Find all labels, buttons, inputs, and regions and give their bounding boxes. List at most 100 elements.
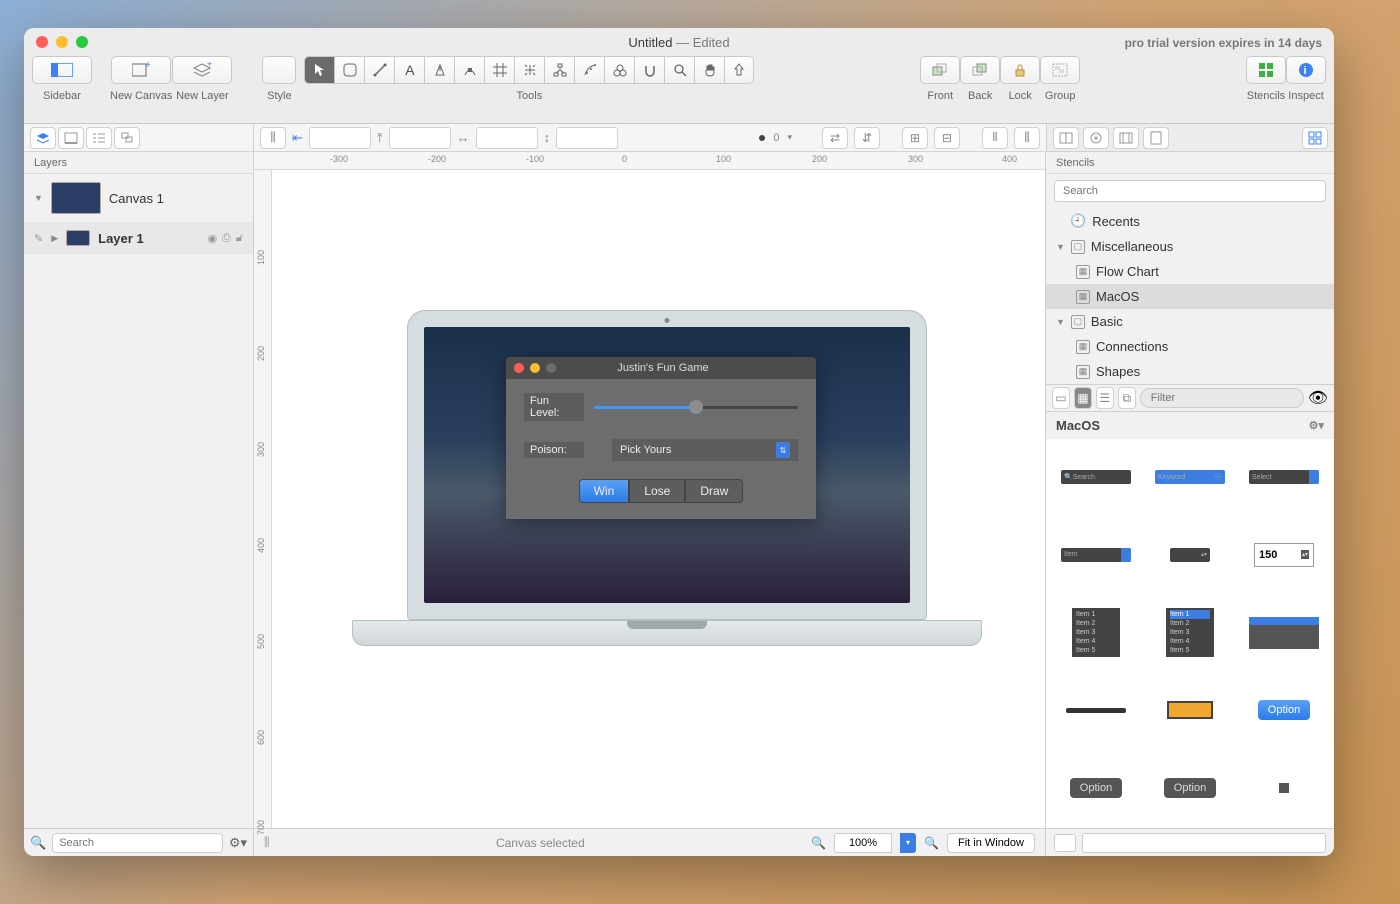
canvas-row[interactable]: ▼ Canvas 1 [24, 174, 253, 222]
stencil-select[interactable]: Select [1244, 453, 1324, 501]
tool-stamp[interactable] [604, 56, 634, 84]
tool-crop[interactable] [514, 56, 544, 84]
print-icon[interactable]: ⎙ [222, 232, 231, 245]
stencil-button-dark2[interactable]: Option [1150, 764, 1230, 812]
win-button[interactable]: Win [579, 479, 630, 503]
stencil-combo[interactable]: Item [1056, 531, 1136, 579]
layers-tab[interactable] [30, 127, 56, 149]
tool-hand[interactable] [694, 56, 724, 84]
tool-line[interactable] [364, 56, 394, 84]
tool-select[interactable] [304, 56, 334, 84]
stencil-list-selected[interactable]: Item 1Item 2Item 3Item 4Item 5 [1150, 609, 1230, 657]
mock-titlebar[interactable]: Justin's Fun Game [506, 357, 816, 379]
stencil-number[interactable]: 150▴▾ [1244, 531, 1324, 579]
visibility-icon[interactable]: ◉ [207, 232, 217, 245]
stencil-filter[interactable] [1140, 388, 1304, 408]
back-button[interactable] [960, 56, 1000, 84]
outline-tab[interactable] [86, 127, 112, 149]
h-field[interactable] [556, 127, 618, 149]
group-button[interactable] [1040, 56, 1080, 84]
insp-tab-3[interactable] [1113, 127, 1139, 149]
tool-artboard[interactable] [484, 56, 514, 84]
mock-window[interactable]: Justin's Fun Game Fun Level: [506, 357, 816, 519]
insp-tab-2[interactable] [1083, 127, 1109, 149]
view-card[interactable]: ▭ [1052, 387, 1070, 409]
new-canvas-button[interactable]: + [111, 56, 171, 84]
close-icon[interactable] [36, 36, 48, 48]
lock-button[interactable] [1000, 56, 1040, 84]
insp-tab-1[interactable] [1053, 127, 1079, 149]
tool-point[interactable] [454, 56, 484, 84]
tool-zoom[interactable] [664, 56, 694, 84]
fit-window-button[interactable]: Fit in Window [947, 833, 1035, 853]
stencil-token-field[interactable]: Keywordⓧ [1150, 453, 1230, 501]
stencils-button[interactable] [1246, 56, 1286, 84]
stencil-search[interactable] [1054, 180, 1326, 202]
align-2[interactable]: ⊟ [934, 127, 960, 149]
new-layer-button[interactable]: + [172, 56, 232, 84]
view-grid[interactable]: ▦ [1074, 387, 1092, 409]
lose-button[interactable]: Lose [629, 479, 685, 503]
tool-brush[interactable] [574, 56, 604, 84]
tool-pen[interactable] [424, 56, 454, 84]
canvas[interactable]: Justin's Fun Game Fun Level: [272, 170, 1045, 828]
stencil-checkbox[interactable] [1244, 764, 1324, 812]
maximize-icon[interactable] [76, 36, 88, 48]
selection-tab[interactable] [114, 127, 140, 149]
stencil-menu[interactable] [1244, 609, 1324, 657]
recents-row[interactable]: 🕘Recents [1046, 208, 1334, 234]
y-field[interactable] [389, 127, 451, 149]
w-field[interactable] [476, 127, 538, 149]
distribute-1[interactable]: ⫴ [982, 127, 1008, 149]
zoom-out-icon[interactable]: 🔍 [811, 836, 826, 850]
stencil-search-field[interactable]: 🔍Search [1056, 453, 1136, 501]
stencil-progress[interactable] [1056, 686, 1136, 734]
insp-tab-grid[interactable] [1302, 127, 1328, 149]
disclosure-icon[interactable]: ▶ [51, 233, 58, 244]
ruler-vertical[interactable]: 100200 300400 500600 700 [254, 170, 272, 828]
shapes-item[interactable]: ▦Shapes [1046, 359, 1334, 384]
tool-text[interactable]: A [394, 56, 424, 84]
poison-select[interactable]: Pick Yours⇅ [612, 439, 798, 461]
view-list[interactable]: ☰ [1096, 387, 1114, 409]
color-swatch[interactable] [1054, 834, 1076, 852]
x-field[interactable] [309, 127, 371, 149]
gear-icon[interactable]: ⚙︎▾ [1309, 419, 1324, 432]
gear-icon[interactable]: ⚙︎▾ [229, 835, 247, 851]
view-detail[interactable]: ⧉ [1118, 387, 1136, 409]
draw-button[interactable]: Draw [685, 479, 743, 503]
basic-folder[interactable]: ▼▢Basic [1046, 309, 1334, 334]
flip-v[interactable]: ⇵ [854, 127, 880, 149]
tool-magnet[interactable] [634, 56, 664, 84]
stencil-button-blue[interactable]: Option [1244, 686, 1324, 734]
layers-search[interactable] [52, 833, 223, 853]
laptop-mockup[interactable]: Justin's Fun Game Fun Level: [382, 310, 952, 646]
stencil-list-plain[interactable]: Item 1Item 2Item 3Item 4Item 5 [1056, 609, 1136, 657]
insp-tab-4[interactable] [1143, 127, 1169, 149]
stencil-well[interactable] [1150, 686, 1230, 734]
pencil-icon[interactable]: ✎ [34, 232, 43, 245]
zoom-in-icon[interactable]: 🔍 [924, 836, 939, 850]
zoom-field[interactable] [834, 833, 892, 853]
style-button[interactable] [262, 56, 296, 84]
titlebar[interactable]: Untitled — Edited pro trial version expi… [24, 28, 1334, 50]
tool-shape[interactable] [334, 56, 364, 84]
disclosure-icon[interactable]: ▼ [34, 193, 43, 203]
guides-tab[interactable] [58, 127, 84, 149]
misc-folder[interactable]: ▼▢Miscellaneous [1046, 234, 1334, 259]
flip-h[interactable]: ⇄ [822, 127, 848, 149]
macos-item[interactable]: ▦MacOS [1046, 284, 1334, 309]
tool-action[interactable] [724, 56, 754, 84]
flowchart-item[interactable]: ▦Flow Chart [1046, 259, 1334, 284]
connections-item[interactable]: ▦Connections [1046, 334, 1334, 359]
ruler-toggle[interactable]: ⫼ [260, 127, 286, 149]
layer-row[interactable]: ✎ ▶ Layer 1 ◉ ⎙ 🔓︎ [24, 222, 253, 254]
tool-diagram[interactable] [544, 56, 574, 84]
fun-slider[interactable] [594, 406, 798, 409]
sidebar-button[interactable] [32, 56, 92, 84]
stencil-button-dark[interactable]: Option [1056, 764, 1136, 812]
inspect-button[interactable]: i [1286, 56, 1326, 84]
eye-icon[interactable]: 👁 [1308, 388, 1328, 408]
minimize-icon[interactable] [56, 36, 68, 48]
ruler-horizontal[interactable]: -300-200 -1000 100200 300400 [254, 152, 1045, 170]
